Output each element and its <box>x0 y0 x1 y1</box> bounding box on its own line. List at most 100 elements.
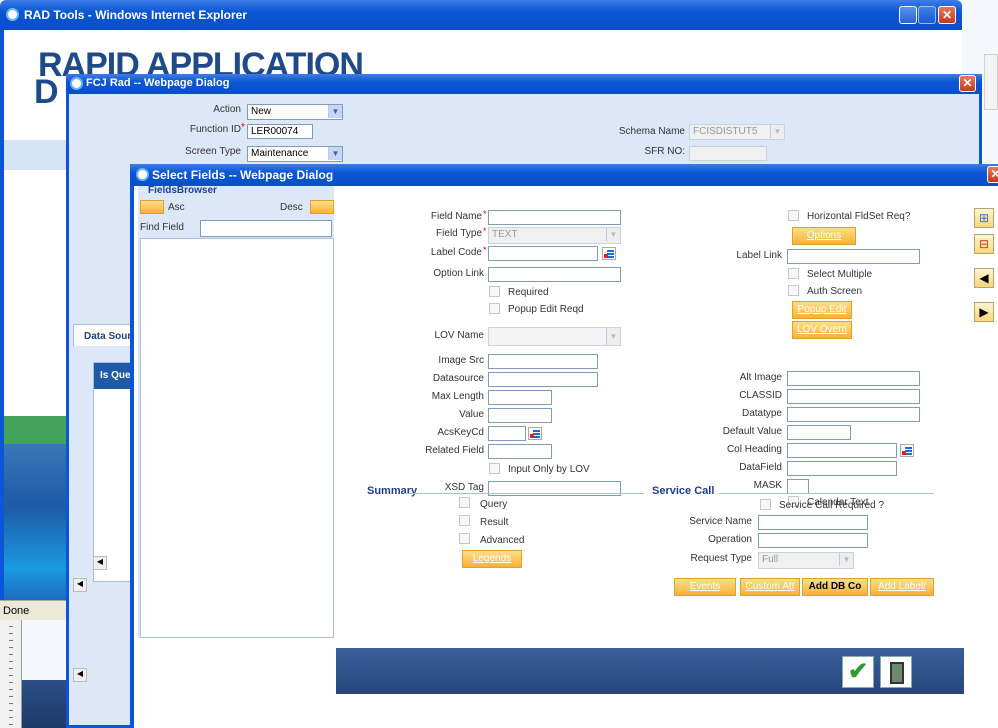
classid-label: CLASSID <box>739 390 782 401</box>
result-checkbox[interactable] <box>459 515 470 526</box>
operation-input[interactable] <box>758 533 868 548</box>
screen-type-label: Screen Type <box>185 146 241 157</box>
sfr-no-field[interactable] <box>689 146 767 161</box>
fcj-close-button[interactable]: ✕ <box>959 75 976 92</box>
move-right-icon[interactable]: ▶ <box>974 302 994 322</box>
fcj-scroll-left-2[interactable]: ◀ <box>73 668 87 682</box>
select-titlebar: Select Fields -- Webpage Dialog ✕ <box>130 164 998 186</box>
popup-edit-reqd-checkbox[interactable] <box>489 303 500 314</box>
asc-button[interactable] <box>140 200 164 214</box>
horizontal-fldset-checkbox[interactable] <box>788 210 799 221</box>
grid-scroll-left[interactable]: ◀ <box>93 556 107 570</box>
exit-door-icon[interactable] <box>880 656 912 688</box>
fcj-ie-icon <box>70 77 83 90</box>
field-type-label: Field Type <box>436 228 482 239</box>
minimize-button[interactable] <box>899 6 917 24</box>
col-heading-lov-icon[interactable] <box>900 444 914 457</box>
action-value: New <box>251 106 272 117</box>
fcj-titlebar: FCJ Rad -- Webpage Dialog ✕ <box>66 74 982 94</box>
summary-divider <box>404 493 644 494</box>
required-checkbox[interactable] <box>489 286 500 297</box>
default-value-input[interactable] <box>787 425 851 440</box>
input-only-by-lov-checkbox[interactable] <box>489 463 500 474</box>
related-field-input[interactable] <box>488 444 552 459</box>
asc-label: Asc <box>168 202 185 213</box>
action-select[interactable]: New ▼ <box>247 104 343 120</box>
fcj-scroll-left[interactable]: ◀ <box>73 578 87 592</box>
select-close-button[interactable]: ✕ <box>987 166 998 183</box>
grid-header-label: Is Que <box>100 370 131 381</box>
custom-att-button[interactable]: Custom Att <box>740 578 800 596</box>
move-left-icon[interactable]: ◀ <box>974 268 994 288</box>
label-code-input[interactable] <box>488 246 598 261</box>
operation-label: Operation <box>708 534 752 545</box>
lov-name-select[interactable]: ▼ <box>488 327 621 346</box>
field-type-select[interactable]: TEXT ▼ <box>488 227 621 244</box>
fcj-title: FCJ Rad -- Webpage Dialog <box>86 77 230 89</box>
delete-field-icon[interactable]: ⊟ <box>974 234 994 254</box>
screen-type-select[interactable]: Maintenance ▼ <box>247 146 343 162</box>
fcj-tab-data-source[interactable]: Data Sour <box>73 324 137 346</box>
col-heading-input[interactable] <box>787 443 897 458</box>
label-code-label: Label Code <box>430 247 482 258</box>
field-name-input[interactable] <box>488 210 621 225</box>
maximize-button[interactable] <box>918 6 936 24</box>
desc-button[interactable] <box>310 200 334 214</box>
value-input[interactable] <box>488 408 552 423</box>
datafield-input[interactable] <box>787 461 897 476</box>
select-title: Select Fields -- Webpage Dialog <box>152 168 334 182</box>
ie-close-button[interactable]: ✕ <box>938 6 956 24</box>
query-checkbox[interactable] <box>459 497 470 508</box>
acskeycd-lov-icon[interactable] <box>528 427 542 440</box>
service-name-input[interactable] <box>758 515 868 530</box>
service-call-divider <box>719 493 934 494</box>
events-button[interactable]: Events <box>674 578 736 596</box>
alt-image-input[interactable] <box>787 371 920 386</box>
popup-edit-button[interactable]: Popup Edit <box>792 301 852 319</box>
ie-title: RAD Tools - Windows Internet Explorer <box>24 8 248 22</box>
acskeycd-input[interactable] <box>488 426 526 441</box>
chevron-down-icon: ▼ <box>770 125 784 138</box>
left-gradient-band <box>4 444 68 600</box>
schema-name-select[interactable]: FCISDISTUT5 ▼ <box>689 124 785 140</box>
select-multiple-checkbox[interactable] <box>788 268 799 279</box>
function-id-field[interactable]: LER00074 <box>247 124 313 139</box>
field-name-label: Field Name <box>430 211 482 222</box>
add-field-icon[interactable]: ⊞ <box>974 208 994 228</box>
options-button[interactable]: Options <box>792 227 856 245</box>
service-call-required-checkbox[interactable] <box>760 499 771 510</box>
ok-button[interactable]: ✔ <box>842 656 874 688</box>
result-label: Result <box>480 517 509 528</box>
required-marker: * <box>483 226 487 236</box>
lov-overri-button[interactable]: LOV Overri <box>792 321 852 339</box>
label-link-input[interactable] <box>787 249 920 264</box>
chevron-down-icon: ▼ <box>606 328 620 345</box>
datasource-input[interactable] <box>488 372 598 387</box>
auth-screen-checkbox[interactable] <box>788 285 799 296</box>
request-type-select[interactable]: Full ▼ <box>758 552 854 569</box>
classid-input[interactable] <box>787 389 920 404</box>
advanced-checkbox[interactable] <box>459 533 470 544</box>
required-marker: * <box>483 245 487 255</box>
schema-name-label: Schema Name <box>618 126 685 137</box>
summary-title: Summary <box>367 485 418 497</box>
legends-button[interactable]: Legends <box>462 550 522 568</box>
ie-scrollbar[interactable] <box>984 54 998 110</box>
fields-list[interactable] <box>140 238 334 638</box>
datatype-input[interactable] <box>787 407 920 422</box>
label-code-lov-icon[interactable] <box>602 247 616 260</box>
left-blue-band <box>4 140 68 170</box>
add-label-button[interactable]: Add Label/ <box>870 578 934 596</box>
option-link-input[interactable] <box>488 267 621 282</box>
alt-image-label: Alt Image <box>739 372 782 383</box>
image-src-input[interactable] <box>488 354 598 369</box>
input-only-by-lov-label: Input Only by LOV <box>508 464 590 475</box>
mask-input[interactable] <box>787 479 809 494</box>
add-db-co-button[interactable]: Add DB Co <box>802 578 868 596</box>
request-type-value: Full <box>762 554 779 565</box>
advanced-label: Advanced <box>480 535 525 546</box>
function-id-label: Function ID <box>189 124 241 135</box>
option-link-label: Option Link <box>433 268 484 279</box>
max-length-input[interactable] <box>488 390 552 405</box>
find-field-input[interactable] <box>200 220 332 237</box>
